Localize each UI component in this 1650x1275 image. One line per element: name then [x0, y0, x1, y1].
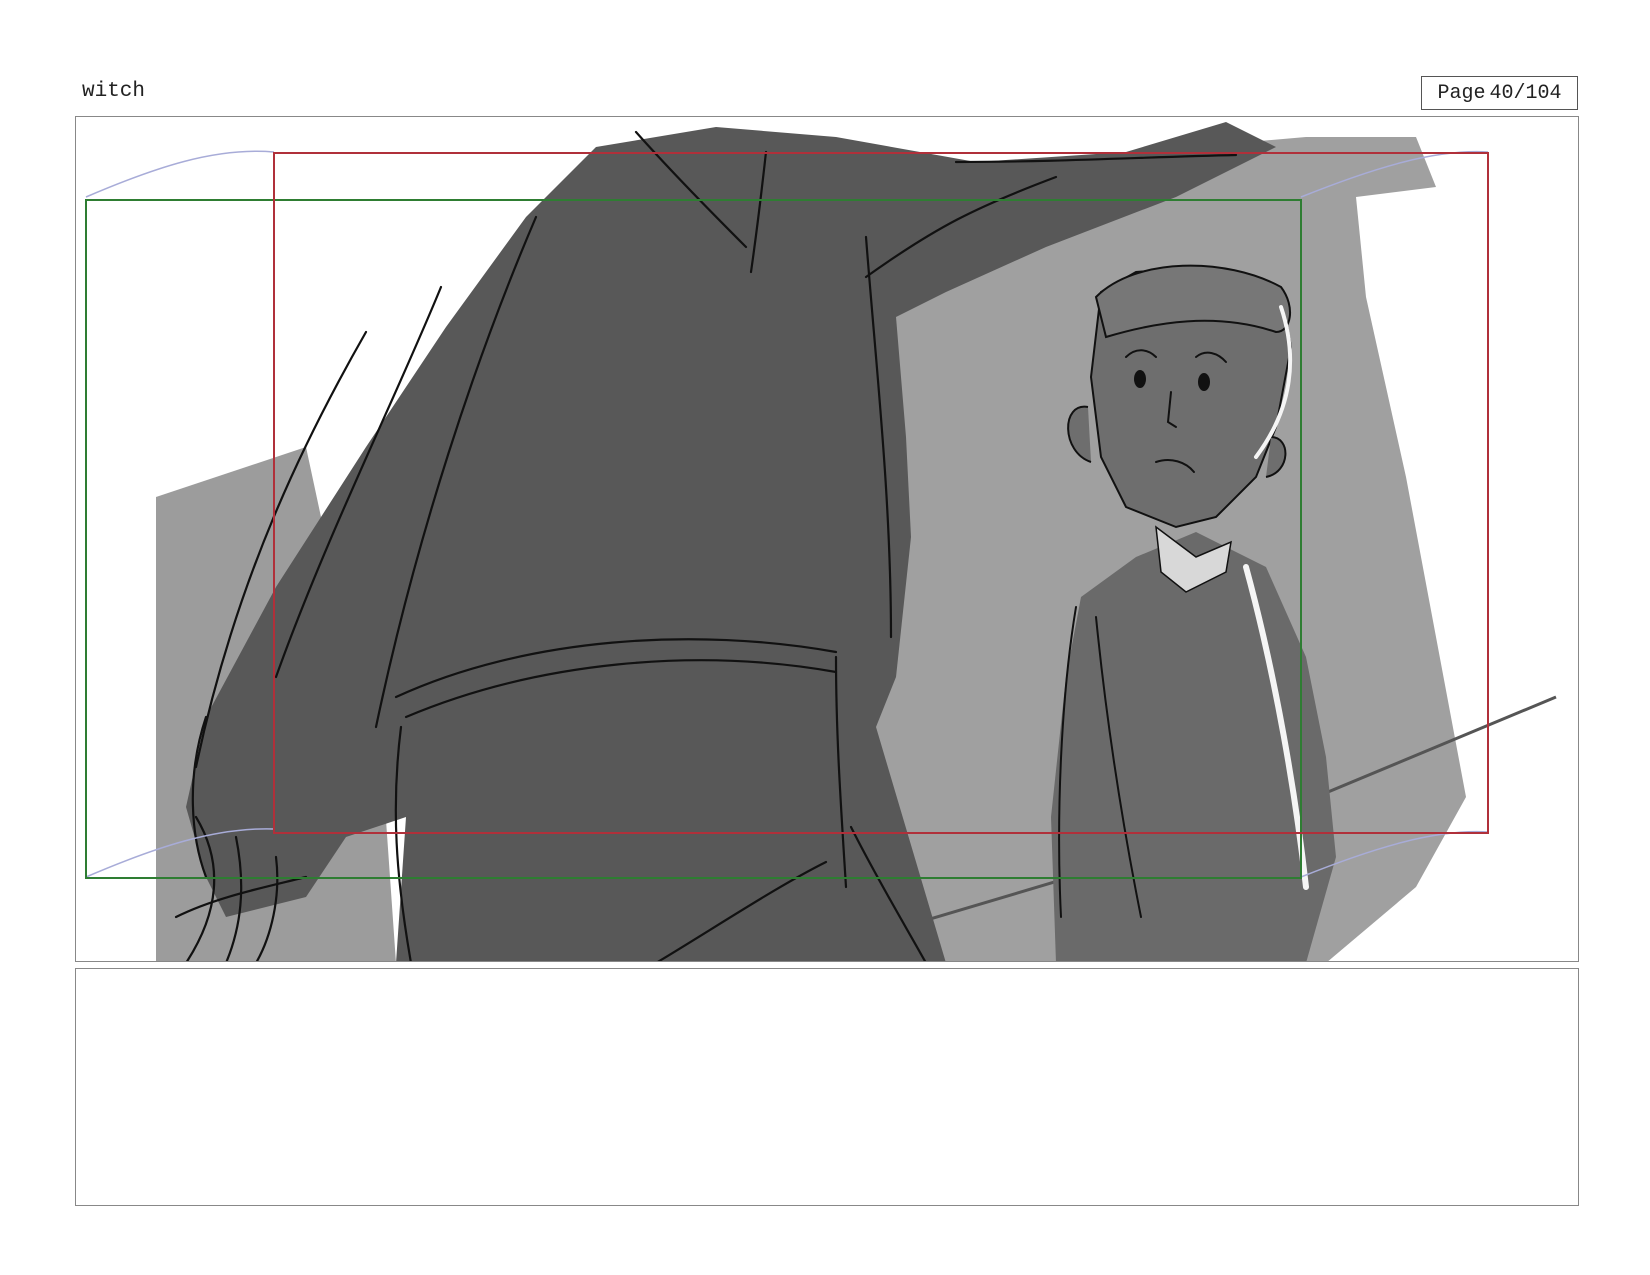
- page-number: 40/104: [1489, 81, 1562, 105]
- panel-notes-box: [75, 968, 1579, 1206]
- page-label: Page: [1437, 81, 1486, 105]
- storyboard-sketch: [85, 122, 1557, 961]
- panel-notes-text: [76, 969, 1578, 989]
- camera-move-arrow: [85, 150, 275, 198]
- page-indicator: Page 40/104: [1421, 76, 1578, 110]
- project-title: witch: [82, 80, 146, 103]
- storyboard-panel: [75, 116, 1579, 962]
- boy-eye: [1134, 370, 1146, 388]
- boy-eye: [1198, 373, 1210, 391]
